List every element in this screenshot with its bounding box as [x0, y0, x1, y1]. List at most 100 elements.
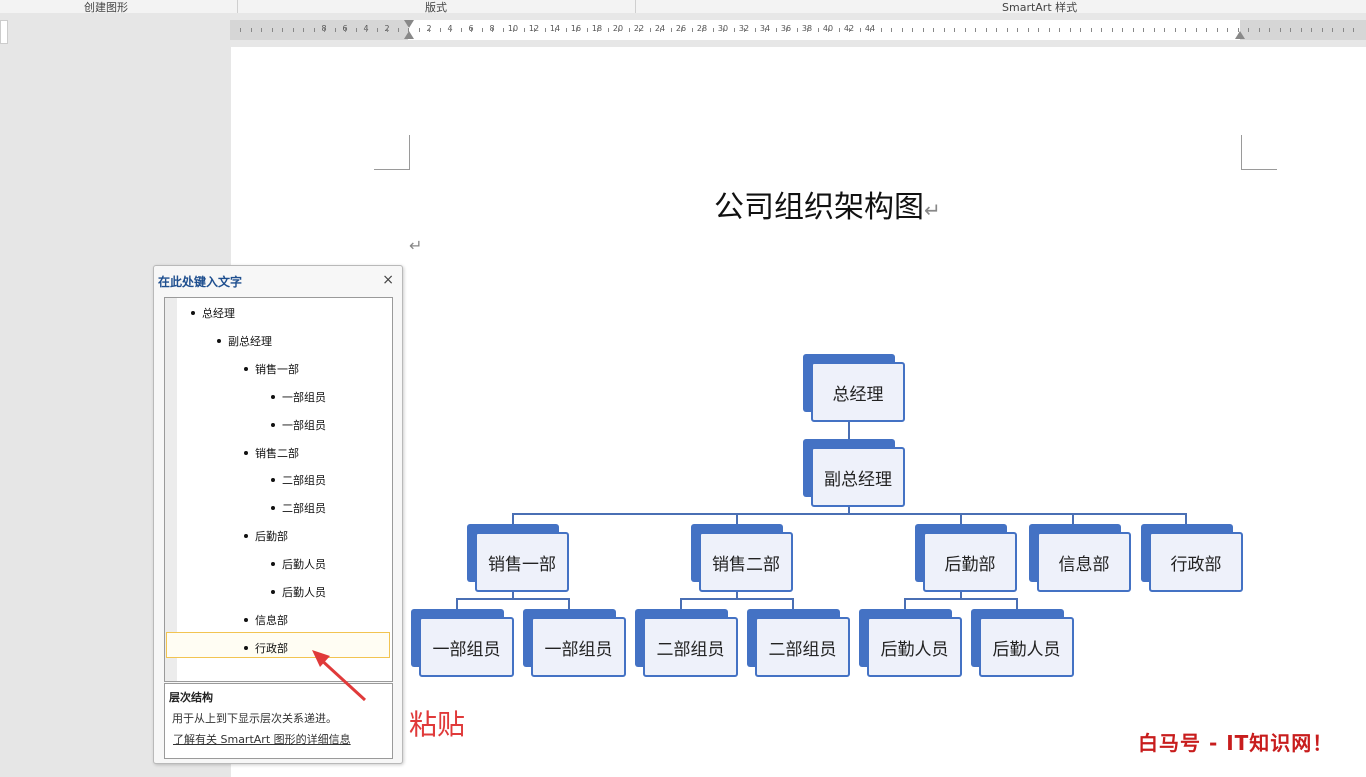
ruler-tick	[513, 28, 514, 32]
connector-line	[568, 598, 570, 609]
connector-line	[792, 598, 794, 609]
text-pane-item-label[interactable]: 总经理	[202, 307, 235, 320]
text-pane-item[interactable]: 销售二部	[244, 445, 299, 461]
node-label[interactable]: 副总经理	[811, 447, 905, 507]
ruler-tick	[565, 28, 567, 32]
ruler-tick	[1216, 28, 1218, 32]
ruler-tick	[1353, 28, 1354, 32]
connector-line	[1072, 513, 1074, 524]
text-pane-item-label[interactable]: 信息部	[255, 614, 288, 627]
ruler-tick	[1227, 28, 1228, 32]
hanging-indent-marker[interactable]	[404, 31, 414, 39]
text-pane-list[interactable]: 总经理 副总经理 销售一部 一部组员 一部组员 销售二部 二部组员 二部组员 后勤部 后勤人员 后勤…	[164, 297, 393, 682]
text-pane-item-label[interactable]: 行政部	[255, 642, 288, 655]
ruler-tick	[996, 28, 997, 32]
text-pane-item[interactable]: 行政部	[244, 640, 288, 656]
ruler-tick	[1027, 28, 1029, 32]
node-label[interactable]: 后勤人员	[979, 617, 1074, 677]
bullet-icon	[244, 366, 248, 371]
ruler-tick	[1290, 28, 1291, 32]
horizontal-ruler[interactable]: 8642246810121416182022242628303234363840…	[230, 20, 1366, 40]
first-line-indent-marker[interactable]	[404, 20, 414, 28]
ruler-tick	[481, 28, 483, 32]
text-pane-item[interactable]: 副总经理	[217, 333, 272, 349]
ruler-tick	[660, 28, 661, 32]
text-pane-item-label[interactable]: 一部组员	[282, 391, 326, 404]
right-indent-marker[interactable]	[1235, 31, 1245, 39]
connector-line	[680, 598, 682, 609]
text-pane-item[interactable]: 销售一部	[244, 361, 299, 377]
bullet-icon	[244, 534, 248, 539]
ruler-tick	[1195, 28, 1197, 32]
ruler-tick	[1321, 28, 1323, 32]
text-pane-item[interactable]: 总经理	[191, 305, 235, 321]
ribbon-separator	[237, 0, 238, 13]
ruler-tick	[880, 28, 882, 32]
text-pane-item-label[interactable]: 一部组员	[282, 419, 326, 432]
close-icon[interactable]: ×	[382, 272, 394, 288]
text-pane-item-label[interactable]: 二部组员	[282, 474, 326, 487]
node-label[interactable]: 二部组员	[755, 617, 850, 677]
node-label[interactable]: 销售一部	[475, 532, 569, 592]
text-pane-item[interactable]: 二部组员	[271, 472, 326, 488]
ruler-tick	[324, 28, 325, 32]
document-title-text[interactable]: 公司组织架构图	[714, 190, 924, 225]
ruler-tick	[1164, 28, 1165, 32]
text-pane-item-label[interactable]: 副总经理	[228, 335, 272, 348]
text-pane-item[interactable]: 后勤人员	[271, 556, 326, 572]
ruler-tick	[765, 28, 766, 32]
ruler-tick	[555, 28, 556, 32]
annotation-text: 粘贴	[409, 708, 466, 741]
ruler-corner-box[interactable]	[0, 20, 8, 44]
ruler-tick	[376, 28, 378, 32]
node-label[interactable]: 信息部	[1037, 532, 1131, 592]
ruler-tick	[670, 28, 672, 32]
ruler-tick	[1185, 28, 1186, 32]
text-pane-item-label[interactable]: 后勤人员	[282, 586, 326, 599]
node-label[interactable]: 行政部	[1149, 532, 1243, 592]
ruler-tick	[439, 28, 441, 32]
ribbon-group-smartart-styles[interactable]: SmartArt 样式	[1002, 0, 1077, 15]
text-pane-item[interactable]: 一部组员	[271, 389, 326, 405]
node-label[interactable]: 二部组员	[643, 617, 738, 677]
ruler-tick	[922, 28, 924, 32]
connector-line	[512, 513, 514, 524]
node-label[interactable]: 总经理	[811, 362, 905, 422]
ruler-tick	[534, 28, 535, 32]
connector-line	[456, 598, 458, 609]
ruler-tick	[901, 28, 903, 32]
text-pane-item-label[interactable]: 后勤部	[255, 530, 288, 543]
ribbon-group-layouts[interactable]: 版式	[425, 0, 447, 15]
ruler-tick	[943, 28, 945, 32]
node-label[interactable]: 一部组员	[531, 617, 626, 677]
node-label[interactable]: 后勤部	[923, 532, 1017, 592]
connector-line	[736, 513, 738, 524]
ruler-tick	[471, 28, 472, 32]
ruler-tick	[1300, 28, 1302, 32]
text-pane-item-label[interactable]: 销售二部	[255, 447, 299, 460]
crop-mark	[1241, 135, 1242, 170]
ruler-tick	[1069, 28, 1071, 32]
connector-line	[848, 421, 850, 440]
text-pane-item[interactable]: 二部组员	[271, 500, 326, 516]
ruler-tick	[639, 28, 640, 32]
text-pane-item-label[interactable]: 二部组员	[282, 502, 326, 515]
document-title[interactable]: 公司组织架构图↵	[714, 182, 941, 226]
smartart-help-link[interactable]: 了解有关 SmartArt 图形的详细信息	[173, 731, 351, 747]
ruler-tick	[1269, 28, 1270, 32]
ruler-tick	[838, 28, 840, 32]
text-pane-item[interactable]: 后勤部	[244, 528, 288, 544]
text-pane-item[interactable]: 信息部	[244, 612, 288, 628]
text-pane-item-label[interactable]: 销售一部	[255, 363, 299, 376]
ruler-tick	[1279, 28, 1281, 32]
node-label[interactable]: 后勤人员	[867, 617, 962, 677]
ruler-tick	[523, 28, 525, 32]
ruler-tick	[891, 28, 892, 32]
ruler-tick	[334, 28, 336, 32]
text-pane-item-label[interactable]: 后勤人员	[282, 558, 326, 571]
node-label[interactable]: 销售二部	[699, 532, 793, 592]
ruler-tick	[544, 28, 546, 32]
text-pane-item[interactable]: 后勤人员	[271, 584, 326, 600]
text-pane-item[interactable]: 一部组员	[271, 417, 326, 433]
node-label[interactable]: 一部组员	[419, 617, 514, 677]
